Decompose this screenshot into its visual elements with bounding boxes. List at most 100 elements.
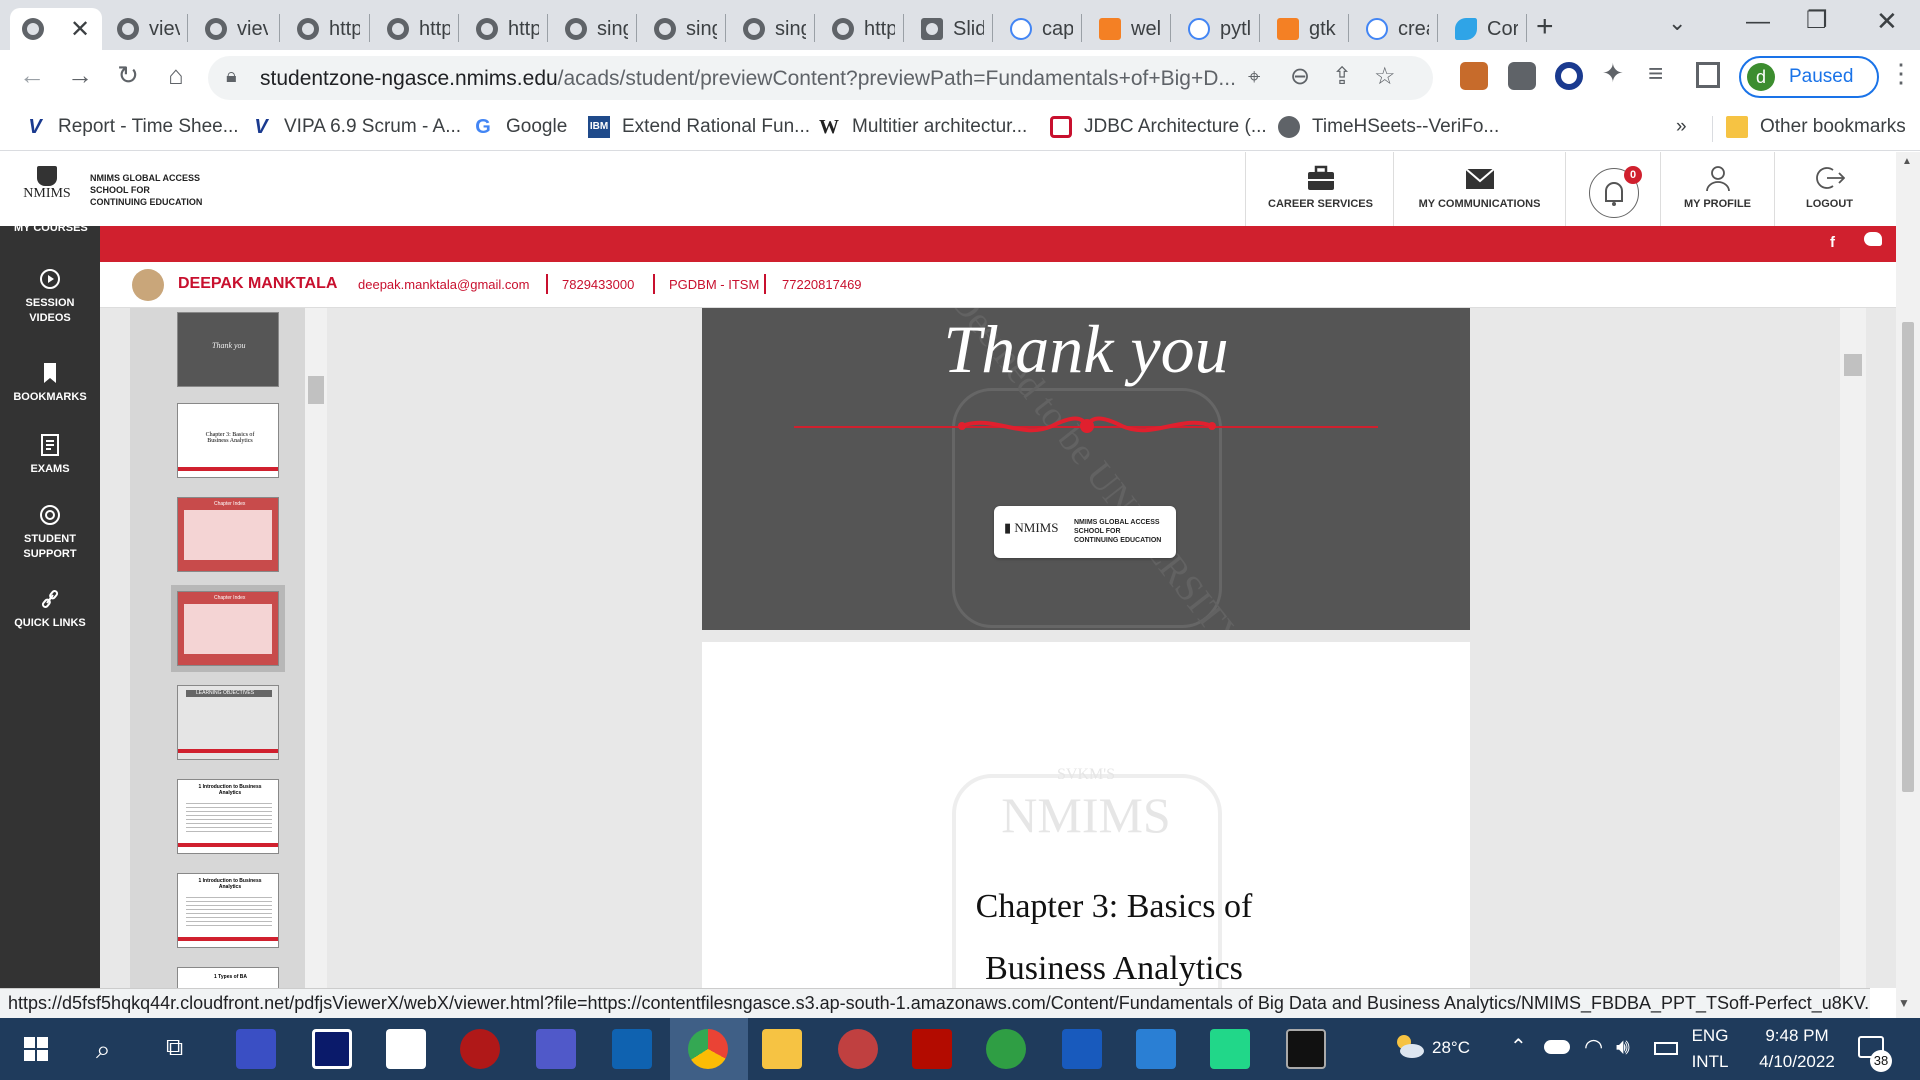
thumbnail-page-2[interactable]: Chapter 3: Basics of Business Analytics <box>177 403 279 478</box>
sidebar-item-quick-links[interactable]: QUICK LINKS <box>0 588 100 631</box>
thumbnail-page-4[interactable]: Chapter Index <box>171 585 285 672</box>
bookmark-item[interactable]: G Google <box>472 116 567 138</box>
browser-tab[interactable]: viev <box>105 8 180 50</box>
acrobat-icon[interactable] <box>912 1029 952 1069</box>
bookmark-item[interactable]: W Multitier architectur... <box>818 116 1027 138</box>
extension-2-icon[interactable] <box>1508 62 1536 90</box>
windows-start-icon[interactable] <box>24 1037 48 1061</box>
onedrive-icon[interactable] <box>1544 1040 1570 1054</box>
task-view-icon[interactable]: ⧉ <box>166 1034 183 1062</box>
notifications-button[interactable]: 0 <box>1565 152 1660 226</box>
browser-tab[interactable]: pytl <box>1176 8 1251 50</box>
sidebar-item-exams[interactable]: EXAMS <box>0 434 100 477</box>
extension-3-icon[interactable] <box>1555 62 1583 90</box>
reload-button[interactable]: ↻ <box>110 60 146 91</box>
browser-tab[interactable]: http <box>820 8 895 50</box>
app-icon-1[interactable] <box>236 1029 276 1069</box>
browser-tab[interactable]: Slid <box>909 8 984 50</box>
browser-tab[interactable]: wel <box>1087 8 1162 50</box>
browser-tab[interactable]: viev <box>193 8 268 50</box>
side-panel-icon[interactable] <box>1696 62 1720 88</box>
teams-icon[interactable] <box>536 1029 576 1069</box>
thumbnail-page-3[interactable]: Chapter Index <box>177 497 279 572</box>
url-text[interactable]: studentzone-ngasce.nmims.edu/acads/stude… <box>260 67 1236 91</box>
facebook-icon[interactable]: f <box>1830 234 1835 251</box>
back-button[interactable]: ← <box>14 60 50 91</box>
terminal-icon[interactable] <box>1286 1029 1326 1069</box>
close-window-button[interactable]: ✕ <box>1876 6 1898 37</box>
browser-tab[interactable]: gtk <box>1265 8 1340 50</box>
tab-close-icon[interactable]: ✕ <box>70 15 90 44</box>
forward-button[interactable]: → <box>62 60 98 91</box>
career-services-link[interactable]: CAREER SERVICES <box>1245 152 1395 226</box>
photos-icon[interactable] <box>1136 1029 1176 1069</box>
media-controls-icon[interactable]: ≡ <box>1648 58 1663 89</box>
language-indicator[interactable]: ENG INTL <box>1690 1026 1730 1072</box>
weather-icon[interactable] <box>1392 1032 1426 1060</box>
bookmark-item[interactable]: JDBC Architecture (... <box>1050 116 1267 138</box>
thumbnail-scrollbar[interactable] <box>305 308 327 988</box>
thumbnail-page-6[interactable]: 1 Introduction to Business Analytics <box>177 779 279 854</box>
tab-search-chevron-icon[interactable]: ⌄ <box>1668 10 1686 36</box>
wifi-icon[interactable]: ◠ <box>1584 1034 1603 1060</box>
lock-icon[interactable]: 🔒︎ <box>226 65 237 88</box>
word-icon[interactable] <box>1062 1029 1102 1069</box>
thumbnail-page-5[interactable]: LEARNING OBJECTIVES <box>177 685 279 760</box>
bookmark-item[interactable]: TimeHSeets--VeriFo... <box>1278 116 1499 138</box>
twitter-icon[interactable] <box>1864 232 1882 246</box>
profile-paused-button[interactable]: d Paused <box>1739 56 1879 98</box>
app-icon-4[interactable] <box>460 1029 500 1069</box>
browser-icon[interactable] <box>986 1029 1026 1069</box>
bookmark-item[interactable]: IBM Extend Rational Fun... <box>588 116 810 138</box>
star-icon[interactable]: ☆ <box>1374 62 1396 91</box>
address-bar[interactable]: 🔒︎ studentzone-ngasce.nmims.edu/acads/st… <box>208 56 1433 100</box>
kebab-menu-icon[interactable]: ⋮ <box>1888 58 1914 89</box>
chrome-icon[interactable] <box>688 1029 728 1069</box>
bookmark-item[interactable]: V Report - Time Shee... <box>24 116 238 138</box>
browser-tab[interactable]: sing <box>731 8 806 50</box>
document-scrollbar[interactable] <box>1840 308 1866 988</box>
browser-tab[interactable]: cap <box>998 8 1073 50</box>
browser-tab-active[interactable]: ✕ <box>10 8 102 50</box>
snipping-tool-icon[interactable] <box>838 1029 878 1069</box>
thumbnail-page-8[interactable]: 1 Types of BA <box>177 967 279 988</box>
file-explorer-icon[interactable] <box>762 1029 802 1069</box>
nmims-logo[interactable]: NMIMS <box>20 166 74 212</box>
browser-tab[interactable]: crea <box>1354 8 1429 50</box>
sidebar-item-student-support[interactable]: STUDENT SUPPORT <box>0 504 100 562</box>
other-bookmarks-folder[interactable]: Other bookmarks <box>1726 116 1906 138</box>
location-icon[interactable]: ⌖ <box>1248 64 1260 90</box>
more-bookmarks-button[interactable]: » <box>1676 116 1687 138</box>
extension-1-icon[interactable] <box>1460 62 1488 90</box>
app-icon-3[interactable] <box>386 1029 426 1069</box>
restore-button[interactable]: ❐ <box>1806 6 1828 35</box>
browser-tab[interactable]: http <box>464 8 539 50</box>
tray-chevron-icon[interactable]: ⌃ <box>1510 1034 1527 1059</box>
minimize-button[interactable]: — <box>1746 8 1770 36</box>
thumbnail-page-7[interactable]: 1 Introduction to Business Analytics <box>177 873 279 948</box>
logout-link[interactable]: LOGOUT <box>1774 152 1884 226</box>
battery-icon[interactable] <box>1654 1042 1678 1055</box>
share-icon[interactable]: ⇪ <box>1332 62 1352 91</box>
zoom-icon[interactable]: ⊖ <box>1290 62 1310 91</box>
my-courses-label[interactable]: MY COURSES <box>14 222 88 234</box>
browser-tab[interactable]: http <box>375 8 450 50</box>
browser-tab[interactable]: http <box>285 8 360 50</box>
browser-tab[interactable]: sing <box>553 8 628 50</box>
scroll-down-arrow-icon[interactable]: ▼ <box>1898 996 1910 1010</box>
bookmark-item[interactable]: V VIPA 6.9 Scrum - A... <box>250 116 461 138</box>
volume-icon[interactable]: 🔊︎ <box>1616 1034 1630 1060</box>
new-tab-button[interactable]: + <box>1536 10 1554 44</box>
pycharm-icon[interactable] <box>1210 1029 1250 1069</box>
my-communications-link[interactable]: MY COMMUNICATIONS <box>1393 152 1565 226</box>
extensions-puzzle-icon[interactable]: ✦ <box>1602 58 1624 89</box>
my-profile-link[interactable]: MY PROFILE <box>1660 152 1774 226</box>
thumbnail-page-1[interactable]: Thank you <box>177 312 279 387</box>
outlook-icon[interactable] <box>612 1029 652 1069</box>
home-button[interactable]: ⌂ <box>158 60 194 91</box>
app-icon-2[interactable] <box>312 1029 352 1069</box>
browser-tab[interactable]: Cor <box>1443 8 1518 50</box>
weather-temp[interactable]: 28°C <box>1432 1038 1470 1058</box>
browser-tab[interactable]: sing <box>642 8 717 50</box>
sidebar-item-session-videos[interactable]: SESSION VIDEOS <box>0 268 100 326</box>
